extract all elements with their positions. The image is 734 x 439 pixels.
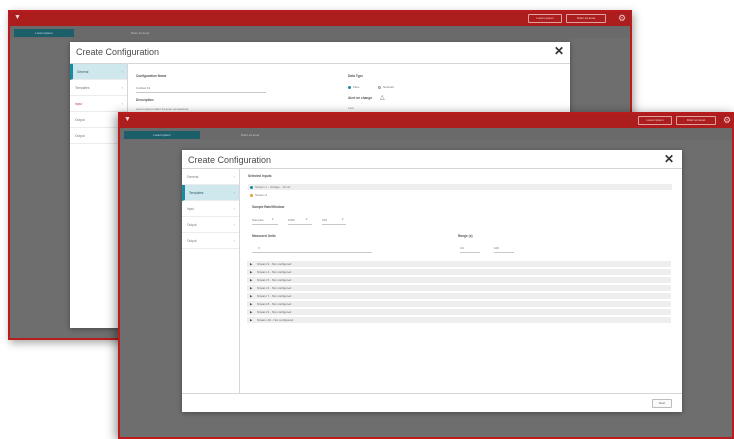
nav-item-templates[interactable]: Templates › bbox=[70, 80, 127, 96]
titlebar-button-2[interactable]: Dolor sit amet bbox=[676, 116, 716, 125]
sample-unit-select[interactable]: Samples bbox=[252, 218, 264, 222]
app-window-foreground: ▼ Lorem ipsum Dolor sit amet ⚙ Lorem ips… bbox=[118, 112, 734, 439]
radio-files[interactable]: Files bbox=[348, 85, 359, 89]
titlebar: ▼ Lorem ipsum Dolor sit amet ⚙ bbox=[120, 114, 732, 128]
nav-item-label: Input bbox=[187, 207, 195, 211]
dialog-title: Create Configuration bbox=[188, 155, 272, 165]
sample-count-input[interactable]: 1000 bbox=[288, 218, 295, 222]
nav-item-output-2[interactable]: Output › bbox=[182, 233, 239, 249]
input-underline bbox=[136, 92, 266, 93]
chevron-down-icon[interactable]: ▾ bbox=[306, 217, 308, 221]
chevron-down-icon[interactable]: ▾ bbox=[272, 217, 274, 221]
radio-selected-icon bbox=[348, 85, 351, 89]
radio-label: Files bbox=[353, 85, 360, 89]
range-label: Range (s) bbox=[458, 234, 473, 238]
titlebar-button-1[interactable]: Lorem ipsum bbox=[638, 116, 672, 125]
nav-item-label: Output bbox=[75, 118, 85, 122]
status-dot-icon bbox=[250, 193, 253, 197]
status-dot-icon bbox=[250, 185, 253, 189]
input-underline bbox=[494, 252, 514, 253]
input-underline bbox=[322, 224, 346, 225]
chevron-right-icon: › bbox=[233, 206, 235, 211]
measured-units-label: Measured Units bbox=[252, 234, 276, 238]
data-type-label: Data Type bbox=[348, 74, 363, 78]
radio-unselected-icon bbox=[378, 85, 381, 89]
selected-input-row-2[interactable]: Stream 2 bbox=[248, 192, 267, 198]
input-underline bbox=[252, 224, 278, 225]
close-icon[interactable]: ✕ bbox=[554, 45, 564, 57]
titlebar-button-1[interactable]: Lorem ipsum bbox=[528, 14, 562, 23]
next-button[interactable]: Next bbox=[652, 399, 672, 408]
description-label: Description bbox=[136, 98, 154, 102]
nav-item-label: General bbox=[187, 175, 199, 179]
alert-value[interactable]: Low bbox=[348, 106, 354, 110]
tab-1[interactable]: Lorem ipsum bbox=[14, 29, 74, 37]
radio-label: Network bbox=[383, 85, 395, 89]
sample-window-input[interactable]: 100 bbox=[322, 218, 327, 222]
radio-network[interactable]: Network bbox=[378, 85, 394, 89]
nav-item-label: Input bbox=[75, 102, 83, 106]
chevron-right-icon: › bbox=[233, 222, 235, 227]
config-name-input[interactable]: Untitled 01 bbox=[136, 86, 150, 90]
dialog-nav: General › Templates › Input › Output › Outpu… bbox=[182, 169, 240, 393]
nav-item-label: Output bbox=[187, 239, 197, 243]
nav-item-templates[interactable]: Templates › bbox=[182, 185, 239, 201]
nav-item-label: Output bbox=[75, 134, 85, 138]
config-name-label: Configuration Name bbox=[136, 74, 167, 78]
measured-units-input[interactable]: V bbox=[258, 246, 260, 250]
titlebar: ▼ Lorem ipsum Dolor sit amet ⚙ bbox=[10, 12, 630, 26]
tab-strip: Lorem ipsum Dolor sit amet bbox=[10, 26, 630, 38]
alert-label: Alert on change bbox=[348, 96, 373, 100]
nav-item-label: General bbox=[77, 70, 89, 74]
close-icon[interactable]: ✕ bbox=[664, 153, 674, 165]
create-configuration-dialog: Create Configuration ✕ General › Template… bbox=[182, 150, 682, 412]
footer-divider bbox=[182, 393, 682, 394]
row-label: Stream 1 - Voltage - 10 Hz bbox=[255, 185, 291, 189]
tab-strip: Lorem ipsum Dolor sit amet bbox=[120, 128, 732, 140]
dialog-divider bbox=[182, 168, 682, 169]
input-underline bbox=[288, 224, 312, 225]
gear-icon[interactable]: ⚙ bbox=[723, 115, 731, 126]
tab-1[interactable]: Lorem ipsum bbox=[124, 131, 200, 139]
nav-item-label: Templates bbox=[75, 86, 90, 90]
dialog-title: Create Configuration bbox=[76, 47, 160, 57]
chevron-right-icon: › bbox=[233, 174, 235, 179]
nav-item-label: Templates bbox=[189, 191, 204, 195]
dialog-divider bbox=[70, 63, 570, 64]
chevron-right-icon: › bbox=[121, 69, 123, 74]
nav-item-input[interactable]: Input › bbox=[182, 201, 239, 217]
row-label: Stream 2 bbox=[255, 193, 268, 197]
gear-icon[interactable]: ⚙ bbox=[618, 13, 626, 24]
nav-item-output-1[interactable]: Output › bbox=[182, 217, 239, 233]
nav-item-label: Output bbox=[187, 223, 197, 227]
nav-item-general[interactable]: General › bbox=[70, 64, 127, 80]
nav-item-input[interactable]: Input › bbox=[70, 96, 127, 112]
chevron-right-icon: › bbox=[121, 85, 123, 90]
selected-input-row-1[interactable]: Stream 1 - Voltage - 10 Hz bbox=[248, 184, 672, 190]
chevron-right-icon: › bbox=[233, 190, 235, 195]
chevron-down-icon[interactable]: ▾ bbox=[342, 217, 344, 221]
selected-inputs-label: Selected Inputs bbox=[248, 174, 272, 178]
titlebar-button-2[interactable]: Dolor sit amet bbox=[566, 14, 606, 23]
nav-item-general[interactable]: General › bbox=[182, 169, 239, 185]
tab-2[interactable]: Dolor sit amet bbox=[228, 131, 272, 139]
chevron-right-icon: › bbox=[121, 101, 123, 106]
range-min-input[interactable]: 0.0 bbox=[460, 246, 464, 250]
app-logo-icon: ▼ bbox=[124, 116, 131, 123]
warning-icon: △ bbox=[380, 95, 385, 101]
sample-rate-label: Sample Rate/Window bbox=[252, 205, 285, 209]
range-max-input[interactable]: 100 bbox=[494, 246, 499, 250]
input-underline bbox=[460, 252, 480, 253]
app-logo-icon: ▼ bbox=[14, 14, 21, 21]
chevron-right-icon: › bbox=[233, 238, 235, 243]
tab-2[interactable]: Dolor sit amet bbox=[120, 29, 160, 37]
description-input[interactable]: Lorem ipsum dolor sit amet consectetur bbox=[136, 107, 189, 111]
input-underline bbox=[252, 252, 372, 253]
